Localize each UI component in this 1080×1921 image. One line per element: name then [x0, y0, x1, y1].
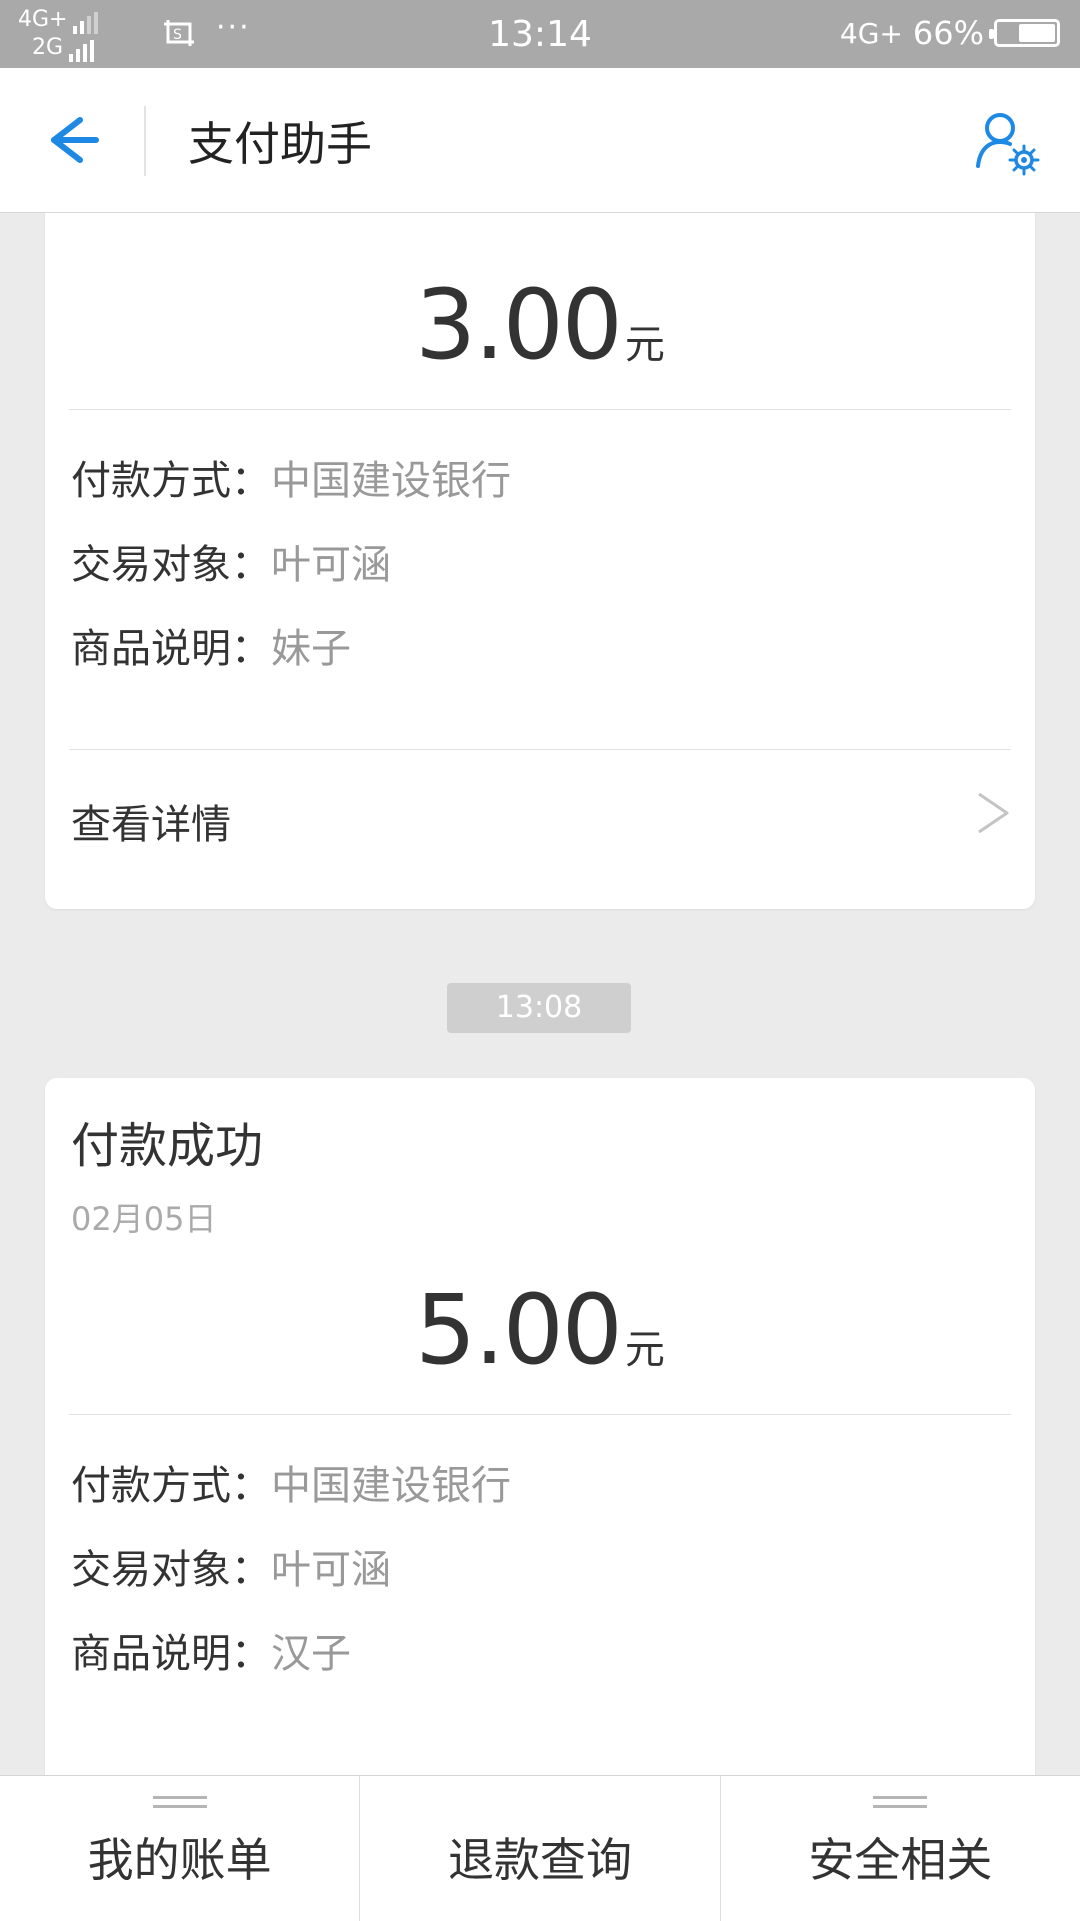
status-bar: 4G+ 2G S ··· 13:14 4G+ 66%	[0, 0, 1080, 68]
tab-security[interactable]: 安全相关	[721, 1776, 1080, 1921]
info-value: 中国建设银行	[271, 1463, 511, 1509]
payment-card: 付款成功 02月05日 5.00 元 付款方式：中国建设银行 交易对象：叶可涵 商…	[45, 1078, 1035, 1775]
chevron-right-icon	[978, 792, 1009, 834]
arrow-left-icon[interactable]	[38, 112, 108, 168]
amount-value: 5.00	[415, 1274, 623, 1386]
amount-unit: 元	[624, 1327, 665, 1373]
payment-amount: 3.00 元	[45, 269, 1035, 381]
tab-label: 退款查询	[447, 1833, 632, 1887]
divider	[69, 409, 1011, 410]
info-row-counterparty: 交易对象：叶可涵	[71, 541, 391, 589]
info-label: 交易对象：	[71, 542, 271, 588]
card-date: 02月05日	[71, 1200, 217, 1238]
tab-label: 安全相关	[808, 1833, 993, 1887]
info-value: 妹子	[271, 626, 351, 672]
tab-refund-query[interactable]: 退款查询	[360, 1776, 721, 1921]
battery-percent: 66%	[912, 14, 984, 52]
info-row-counterparty: 交易对象：叶可涵	[71, 1546, 391, 1594]
info-row-payment-method: 付款方式：中国建设银行	[71, 1462, 511, 1510]
view-details-label: 查看详情	[71, 802, 231, 848]
tab-label: 我的账单	[87, 1833, 272, 1887]
info-row-payment-method: 付款方式：中国建设银行	[71, 457, 511, 505]
info-value: 中国建设银行	[271, 458, 511, 504]
info-label: 交易对象：	[71, 1547, 271, 1593]
view-details-link[interactable]: 查看详情	[45, 750, 1035, 880]
header-divider	[144, 106, 146, 176]
info-value: 叶可涵	[271, 1547, 391, 1593]
menu-icon	[873, 1796, 928, 1810]
info-label: 付款方式：	[71, 1463, 271, 1509]
info-value: 汉子	[271, 1631, 351, 1677]
amount-unit: 元	[624, 322, 665, 368]
page-title: 支付助手	[188, 117, 372, 171]
user-settings-icon[interactable]	[972, 108, 1044, 180]
payment-amount: 5.00 元	[45, 1274, 1035, 1386]
message-list[interactable]: 3.00 元 付款方式：中国建设银行 交易对象：叶可涵 商品说明：妹子 查看详情 …	[0, 213, 1080, 1775]
info-label: 商品说明：	[71, 1631, 271, 1677]
tab-my-bills[interactable]: 我的账单	[0, 1776, 361, 1921]
info-label: 付款方式：	[71, 458, 271, 504]
amount-value: 3.00	[415, 269, 623, 381]
bottom-menu: 我的账单 退款查询 安全相关	[0, 1775, 1080, 1921]
divider	[69, 1414, 1011, 1415]
info-row-description: 商品说明：汉子	[71, 1630, 351, 1678]
payment-card: 3.00 元 付款方式：中国建设银行 交易对象：叶可涵 商品说明：妹子 查看详情	[45, 213, 1035, 909]
info-value: 叶可涵	[271, 542, 391, 588]
card-title: 付款成功	[71, 1118, 264, 1174]
timestamp-divider: 13:08	[447, 983, 631, 1033]
info-row-description: 商品说明：妹子	[71, 625, 351, 673]
network-type-label: 4G+	[839, 16, 903, 50]
header: 支付助手	[0, 68, 1080, 213]
battery-icon	[989, 19, 1060, 47]
info-label: 商品说明：	[71, 626, 271, 672]
menu-icon	[152, 1796, 207, 1810]
